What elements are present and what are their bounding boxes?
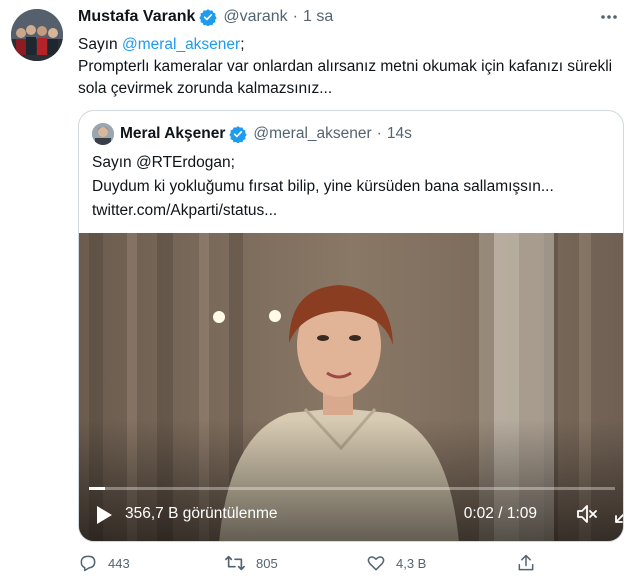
quoted-name[interactable]: Meral Akşener bbox=[120, 125, 225, 143]
quoted-line-3: twitter.com/Akparti/status... bbox=[92, 202, 278, 219]
like-count: 4,3 B bbox=[396, 555, 427, 571]
share-button[interactable] bbox=[516, 553, 546, 573]
quoted-header: Meral Akşener @meral_aksener · 14s bbox=[92, 123, 412, 145]
share-icon bbox=[518, 554, 534, 571]
separator-dot: · bbox=[292, 8, 298, 25]
author-avatar[interactable] bbox=[11, 9, 63, 61]
video-player[interactable]: 356,7 B görüntülenme 0:02 / 1:09 bbox=[79, 233, 623, 541]
view-count: 356,7 B görüntülenme bbox=[125, 505, 278, 522]
retweet-icon bbox=[225, 555, 245, 571]
reply-button[interactable]: 443 bbox=[78, 553, 130, 573]
video-time: 0:02 / 1:09 bbox=[463, 505, 537, 522]
quoted-line-2: Duydum ki yokluğumu fırsat bilip, yine k… bbox=[92, 178, 554, 195]
author-name[interactable]: Mustafa Varank bbox=[78, 8, 195, 26]
quoted-text: Sayın @RTErdogan; Duydum ki yokluğumu fı… bbox=[92, 151, 612, 223]
quoted-tweet[interactable]: Meral Akşener @meral_aksener · 14s Sayın… bbox=[78, 110, 624, 542]
heart-icon bbox=[367, 556, 385, 571]
quoted-verified-badge-icon bbox=[229, 125, 248, 144]
video-progress-fill bbox=[89, 487, 105, 490]
tweet-text: Sayın @meral_aksener; Prompterlı kameral… bbox=[78, 34, 618, 100]
more-options-icon[interactable] bbox=[598, 6, 620, 34]
quoted-avatar bbox=[92, 123, 114, 145]
video-progress-bar[interactable] bbox=[89, 487, 615, 490]
like-button[interactable]: 4,3 B bbox=[366, 553, 426, 573]
quoted-line-1: Sayın @RTErdogan; bbox=[92, 154, 235, 171]
tweet-header: Mustafa Varank @varank · 1 sa bbox=[78, 8, 333, 27]
reply-icon bbox=[80, 555, 96, 572]
video-controls: 356,7 B görüntülenme 0:02 / 1:09 bbox=[79, 481, 623, 541]
tweet-body: Prompterlı kameralar var onlardan alırsa… bbox=[78, 58, 613, 97]
reply-count: 443 bbox=[108, 555, 130, 571]
tweet-time[interactable]: 1 sa bbox=[303, 8, 333, 26]
retweet-button[interactable]: 805 bbox=[224, 553, 278, 573]
author-handle[interactable]: @varank bbox=[223, 8, 287, 26]
tweet-greeting: Sayın bbox=[78, 36, 118, 53]
retweet-count: 805 bbox=[256, 555, 278, 571]
mention-link[interactable]: @meral_aksener bbox=[122, 36, 240, 53]
verified-badge-icon bbox=[199, 8, 218, 27]
quoted-time: 14s bbox=[386, 125, 412, 142]
tweet-actions: 443 805 4,3 B bbox=[78, 553, 598, 581]
quoted-separator: · bbox=[376, 125, 382, 142]
quoted-handle: @meral_aksener bbox=[253, 125, 372, 142]
tweet-greeting-end: ; bbox=[240, 36, 245, 53]
